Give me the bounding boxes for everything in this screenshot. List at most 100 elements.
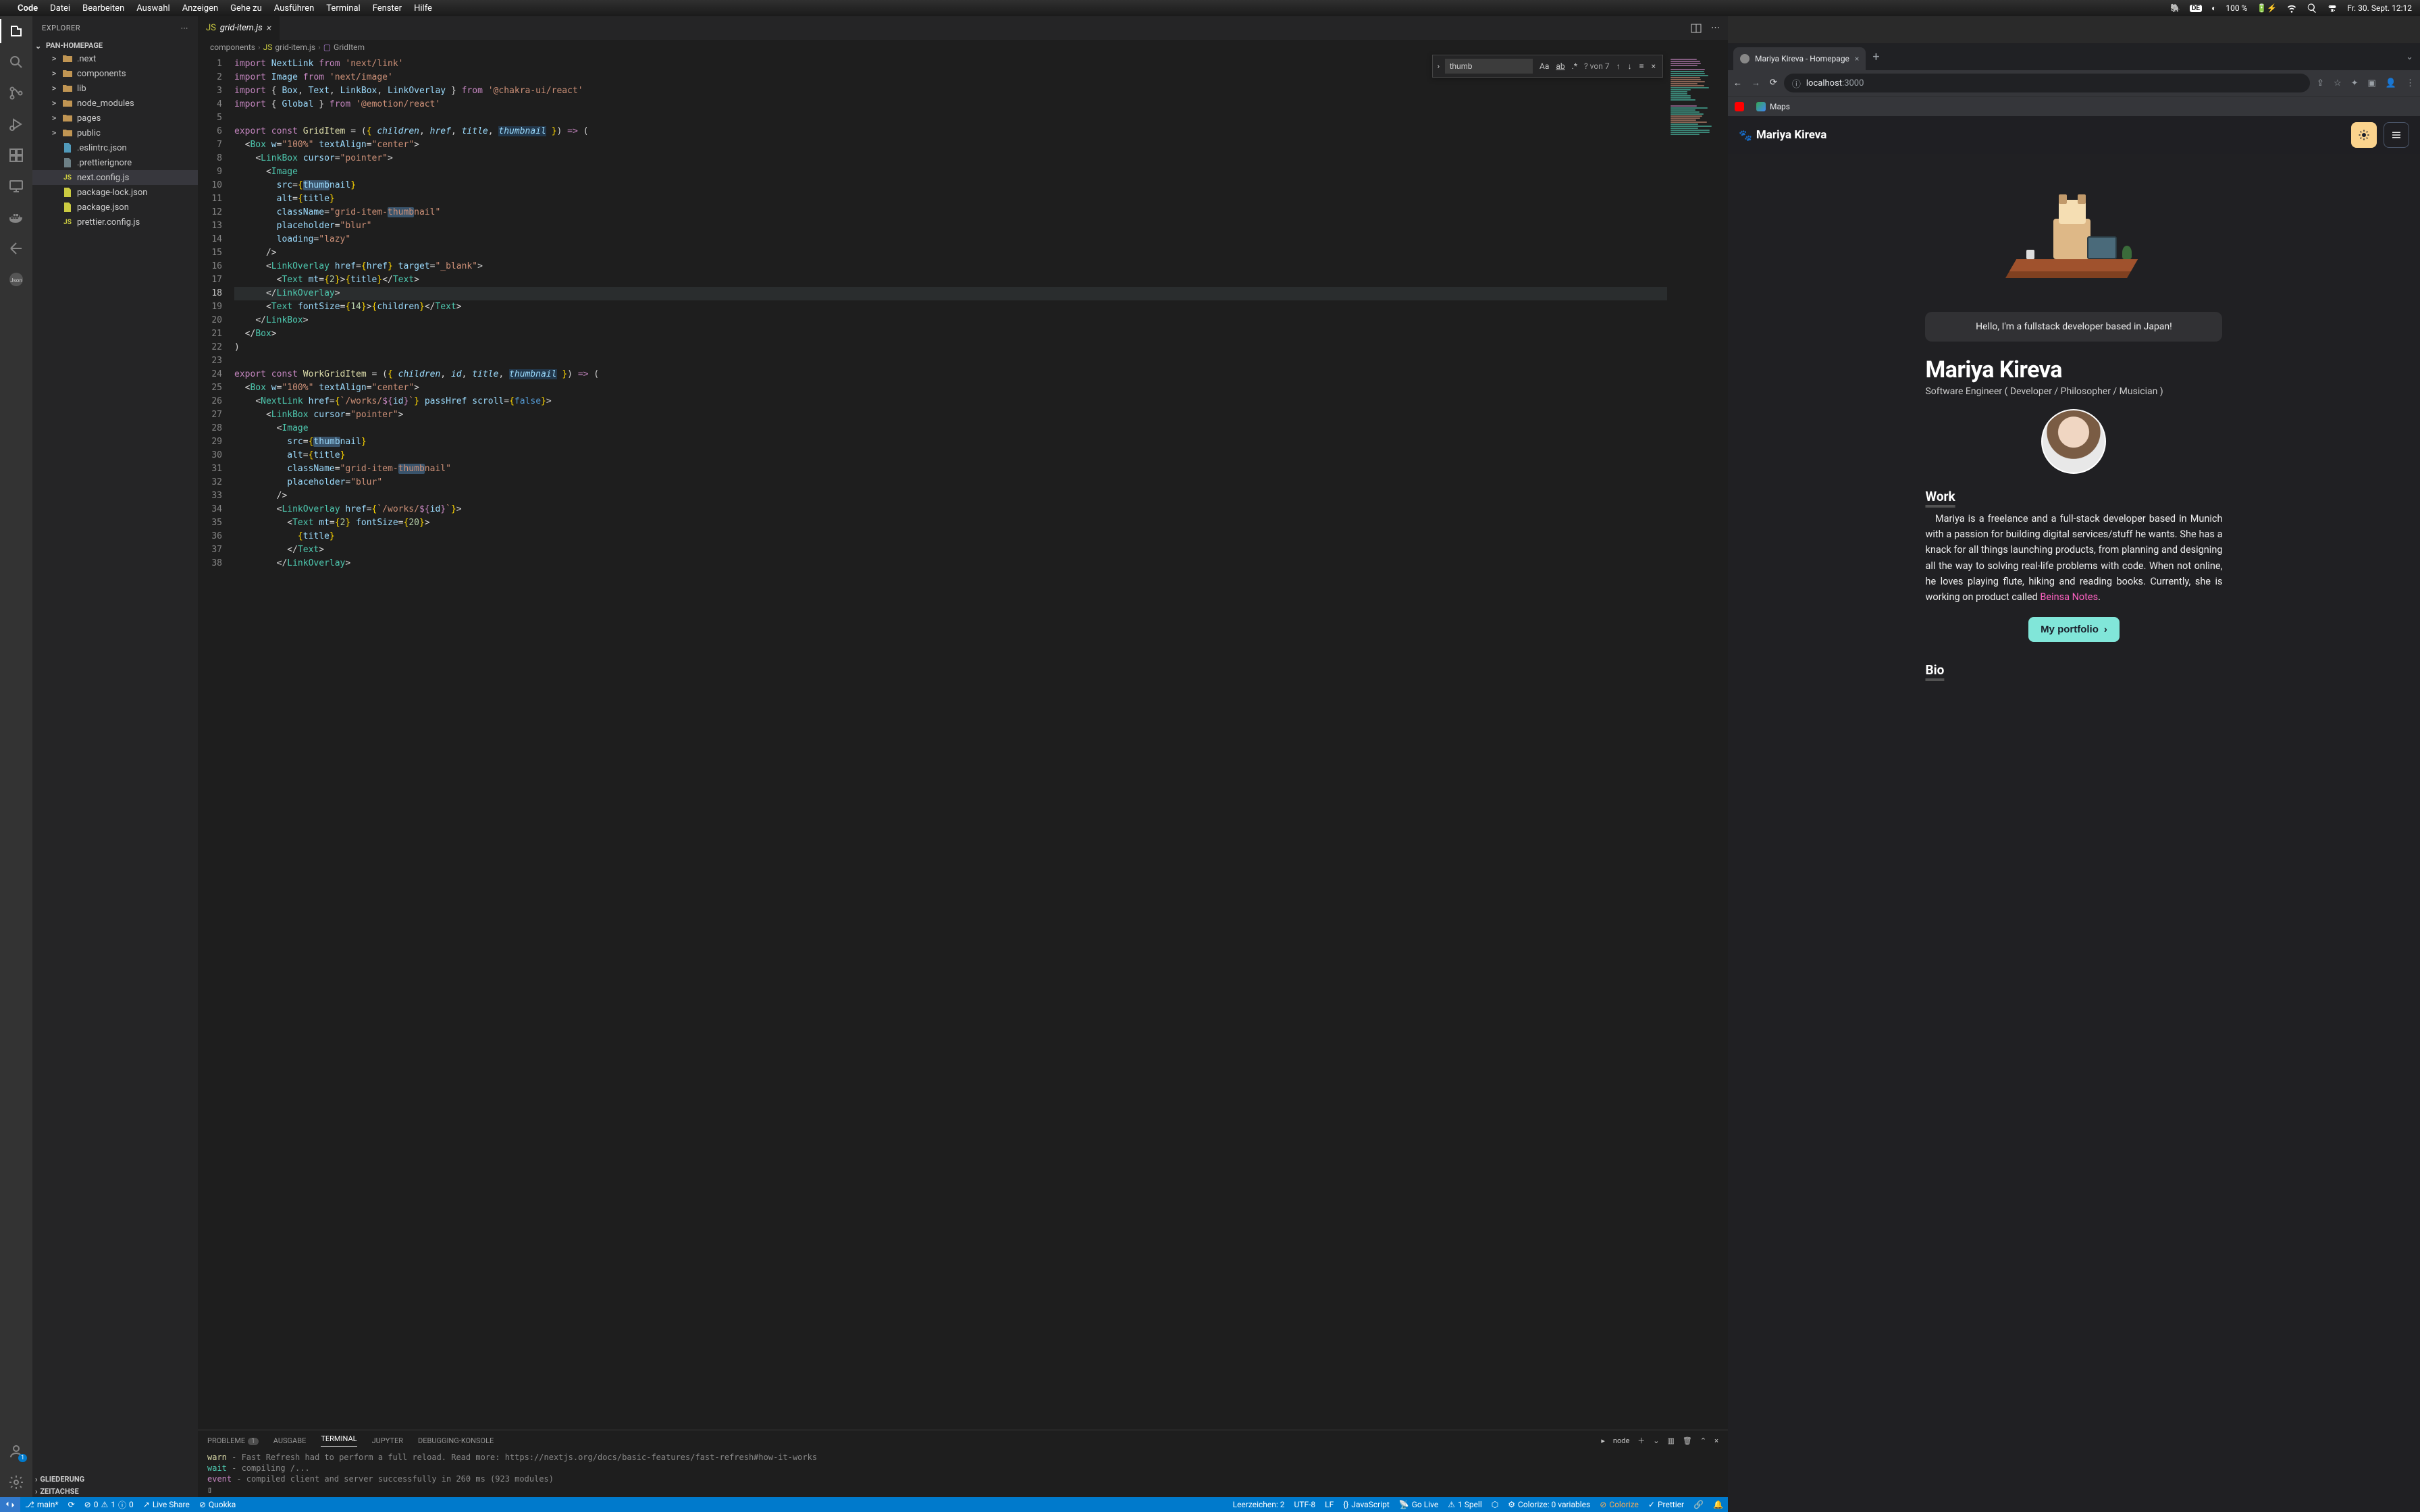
feedback-icon[interactable]: 🔗 — [1689, 1500, 1708, 1509]
wifi-icon[interactable] — [2286, 3, 2297, 14]
file-tree-item[interactable]: JSprettier.config.js — [32, 215, 198, 230]
file-tree-item[interactable]: >public — [32, 126, 198, 140]
file-tree-item[interactable]: JSnext.config.js — [32, 170, 198, 185]
explorer-icon[interactable] — [8, 23, 24, 39]
forward-button[interactable]: → — [1752, 78, 1760, 88]
reload-button[interactable]: ⟳ — [1770, 78, 1777, 88]
notifications-icon[interactable]: 🔔 — [1708, 1500, 1728, 1509]
close-tab-icon[interactable]: × — [1855, 54, 1859, 63]
find-menu-icon[interactable]: ≡ — [1637, 61, 1647, 71]
display-icon[interactable]: ◐ — [2211, 3, 2216, 13]
side-panel-icon[interactable]: ▣ — [2368, 78, 2376, 88]
maximize-panel-icon[interactable]: ⌃ — [1700, 1436, 1706, 1445]
json-icon[interactable]: Json — [8, 271, 24, 288]
code-editor[interactable]: 1234567891011121314151617181920212223242… — [198, 55, 1728, 1430]
find-next-icon[interactable]: ↓ — [1625, 61, 1635, 71]
split-editor-icon[interactable] — [1691, 23, 1702, 34]
minimap[interactable] — [1667, 55, 1728, 1430]
extensions-puzzle-icon[interactable]: ✦ — [2351, 78, 2359, 88]
indentation-status[interactable]: Leerzeichen: 2 — [1228, 1500, 1290, 1509]
colorize-vars[interactable]: ⚙ Colorize: 0 variables — [1503, 1500, 1595, 1509]
more-actions-icon[interactable]: ⋯ — [1711, 23, 1720, 33]
liveshare-icon[interactable] — [8, 240, 24, 256]
panel-tab-terminal[interactable]: TERMINAL — [321, 1434, 357, 1447]
bookmark-star-icon[interactable]: ☆ — [2334, 78, 2342, 88]
regex-toggle[interactable]: .* — [1569, 60, 1580, 72]
remote-explorer-icon[interactable] — [8, 178, 24, 194]
spell-status[interactable]: ⚠ 1 Spell — [1443, 1500, 1487, 1509]
hamburger-menu-button[interactable] — [2384, 122, 2409, 148]
control-center-icon[interactable] — [2327, 3, 2338, 14]
terminal-content[interactable]: warn - Fast Refresh had to perform a ful… — [198, 1451, 1728, 1497]
whole-word-toggle[interactable]: ab — [1553, 60, 1567, 72]
tab-overflow-icon[interactable]: ⌄ — [2406, 52, 2420, 62]
panel-tab-jupyter[interactable]: JUPYTER — [372, 1436, 403, 1445]
encoding-status[interactable]: UTF-8 — [1290, 1500, 1321, 1509]
accounts-icon[interactable]: 1 — [8, 1443, 24, 1459]
site-logo[interactable]: 🐾Mariya Kireva — [1739, 128, 1826, 142]
close-panel-icon[interactable]: × — [1714, 1436, 1718, 1445]
diagnostics[interactable]: ⊘ 0 ⚠ 1 ⓘ 0 — [80, 1499, 138, 1511]
extensions-icon[interactable] — [8, 147, 24, 163]
browser-menu-icon[interactable]: ⋮ — [2406, 78, 2415, 88]
file-tree-item[interactable]: >pages — [32, 111, 198, 126]
live-share-status[interactable]: ↗ Live Share — [138, 1500, 194, 1509]
file-tree-item[interactable]: >lib — [32, 81, 198, 96]
find-expand-icon[interactable]: › — [1437, 61, 1440, 71]
language-mode[interactable]: {} JavaScript — [1338, 1500, 1394, 1509]
new-tab-button[interactable]: + — [1866, 50, 1886, 64]
prettier-status[interactable]: ✓ Prettier — [1643, 1500, 1689, 1509]
run-debug-icon[interactable] — [8, 116, 24, 132]
bookmark-youtube[interactable] — [1735, 102, 1744, 111]
code-content[interactable]: import NextLink from 'next/link'import I… — [234, 55, 1667, 1430]
quokka-status[interactable]: ⊘ Quokka — [194, 1500, 240, 1509]
terminal-dropdown-icon[interactable]: ⌄ — [1653, 1436, 1659, 1445]
workspace-header[interactable]: ⌄ PAN-HOMEPAGE — [32, 40, 198, 51]
find-prev-icon[interactable]: ↑ — [1614, 61, 1623, 71]
clock[interactable]: Fr. 30. Sept. 12:12 — [2347, 3, 2412, 13]
file-tree-item[interactable]: >components — [32, 66, 198, 81]
file-tree-item[interactable]: .eslintrc.json — [32, 140, 198, 155]
outline-section[interactable]: ›GLIEDERUNG — [32, 1473, 198, 1485]
evernote-icon[interactable]: 🐘 — [2170, 3, 2180, 13]
bookmark-maps[interactable]: Maps — [1756, 102, 1790, 111]
eslint-status[interactable]: ⬡ — [1487, 1500, 1503, 1509]
file-tree-item[interactable]: >.next — [32, 51, 198, 66]
sidebar-more-icon[interactable]: ⋯ — [181, 24, 189, 32]
battery-icon[interactable]: 🔋⚡ — [2257, 3, 2277, 13]
search-icon[interactable] — [8, 54, 24, 70]
remote-indicator[interactable] — [0, 1497, 20, 1512]
find-input[interactable] — [1445, 59, 1533, 74]
match-case-toggle[interactable]: Aa — [1537, 60, 1552, 72]
spotlight-icon[interactable] — [2307, 3, 2317, 14]
portfolio-button[interactable]: My portfolio› — [2028, 617, 2120, 642]
panel-tab-problems[interactable]: PROBLEME1 — [207, 1436, 259, 1445]
file-tree-item[interactable]: .prettierignore — [32, 155, 198, 170]
browser-tab-active[interactable]: Mariya Kireva - Homepage × — [1733, 47, 1866, 70]
profile-icon[interactable]: 👤 — [2386, 78, 2396, 88]
kill-terminal-icon[interactable]: 🗑 — [1683, 1436, 1692, 1445]
file-tree-item[interactable]: package-lock.json — [32, 185, 198, 200]
theme-toggle-button[interactable] — [2351, 122, 2377, 148]
settings-gear-icon[interactable] — [8, 1474, 24, 1490]
go-live-status[interactable]: 📡 Go Live — [1394, 1500, 1443, 1509]
new-terminal-icon[interactable]: ＋ — [1637, 1435, 1645, 1446]
find-close-icon[interactable]: × — [1649, 61, 1658, 71]
website-viewport[interactable]: 🐾Mariya Kireva — [1728, 116, 2420, 1512]
terminal-process-icon[interactable]: ▸ — [1601, 1436, 1605, 1445]
sync-icon[interactable]: ⟳ — [63, 1500, 80, 1509]
close-tab-icon[interactable]: × — [267, 23, 271, 34]
address-bar[interactable]: ⓘ localhost:3000 — [1784, 74, 2310, 92]
beinsa-notes-link[interactable]: Beinsa Notes — [2040, 591, 2098, 603]
docker-icon[interactable] — [8, 209, 24, 225]
panel-tab-debug[interactable]: DEBUGGING-KONSOLE — [418, 1436, 494, 1445]
file-tree-item[interactable]: package.json — [32, 200, 198, 215]
share-icon[interactable]: ⇪ — [2317, 78, 2324, 88]
file-tree-item[interactable]: >node_modules — [32, 96, 198, 111]
menubar-app-name[interactable]: Code — [18, 3, 38, 14]
timeline-section[interactable]: ›ZEITACHSE — [32, 1485, 198, 1497]
panel-tab-output[interactable]: AUSGABE — [273, 1436, 307, 1445]
editor-tab-active[interactable]: JS grid-item.js × — [198, 16, 280, 40]
source-control-icon[interactable] — [8, 85, 24, 101]
breadcrumbs[interactable]: components› JSgrid-item.js› ▢GridItem — [198, 40, 1728, 55]
